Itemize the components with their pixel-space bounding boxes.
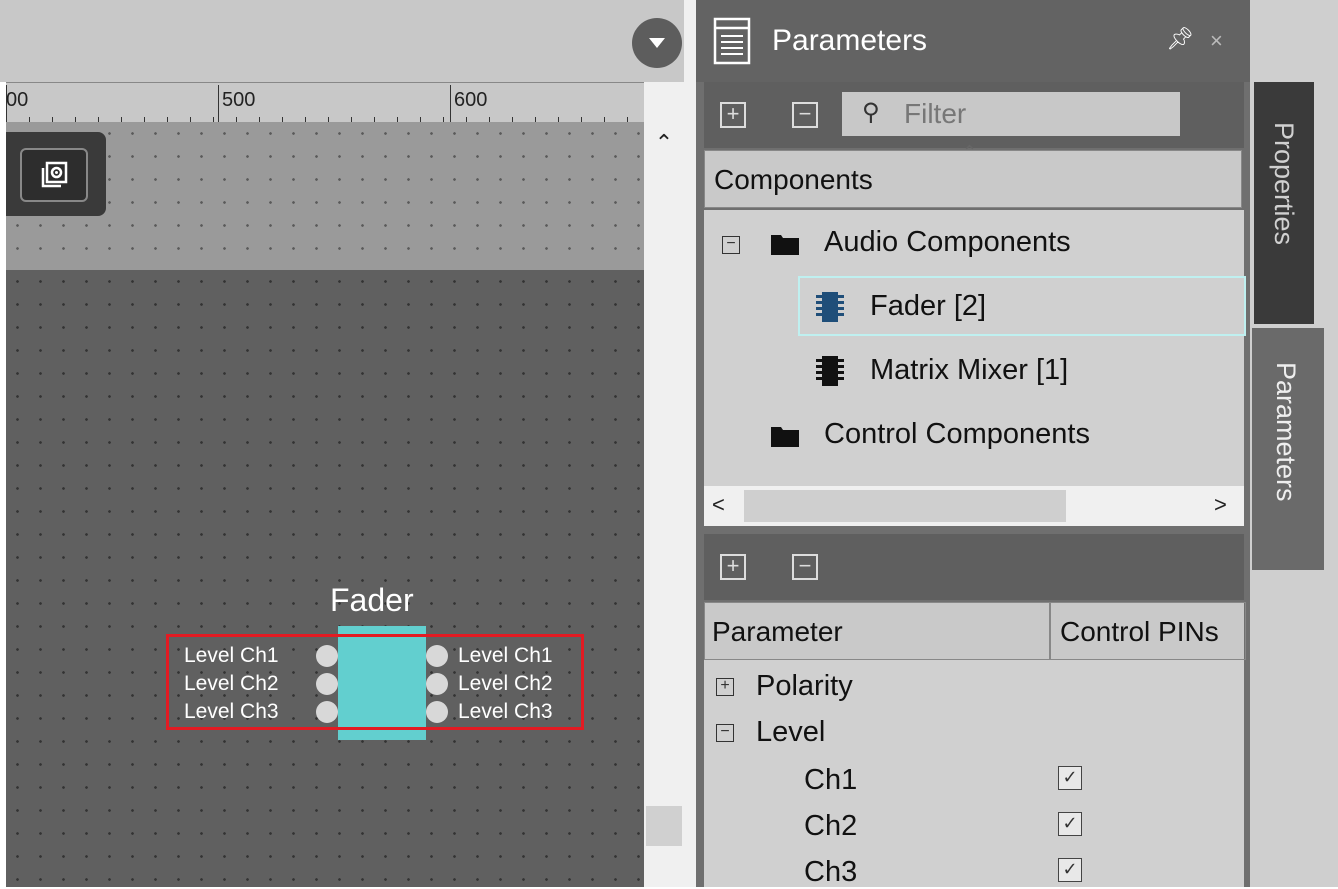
checkbox-icon[interactable]: ✓ bbox=[1058, 766, 1082, 790]
selection-highlight bbox=[166, 634, 584, 730]
design-canvas[interactable] bbox=[6, 270, 644, 887]
scroll-up-icon[interactable]: ⌃ bbox=[644, 130, 684, 160]
tab-properties-label: Properties bbox=[1269, 122, 1299, 246]
minus-icon[interactable]: − bbox=[792, 554, 818, 580]
param-channel: Ch3 bbox=[804, 856, 858, 888]
panel-title: Parameters bbox=[772, 24, 928, 57]
scrollbar-thumb[interactable] bbox=[646, 806, 682, 846]
folder-icon bbox=[771, 235, 799, 255]
tab-properties[interactable]: Properties bbox=[1254, 82, 1314, 324]
parameters-toolbar: + − bbox=[704, 534, 1244, 600]
chevron-down-icon[interactable] bbox=[632, 18, 682, 68]
scroll-right-icon[interactable]: > bbox=[1214, 492, 1227, 518]
checkbox-icon[interactable]: ✓ bbox=[1058, 858, 1082, 882]
collapse-icon[interactable]: − bbox=[716, 724, 734, 742]
component-title: Fader bbox=[330, 582, 414, 618]
pin-icon[interactable]: 📌︎ bbox=[1166, 26, 1194, 52]
search-icon: ⚲ bbox=[862, 99, 880, 126]
tree-item-audio-components[interactable]: Audio Components bbox=[824, 226, 1071, 259]
control-pins-header-label: Control PINs bbox=[1060, 616, 1219, 647]
checkbox-icon[interactable]: ✓ bbox=[1058, 812, 1082, 836]
ruler-label: 00 bbox=[6, 89, 29, 111]
ruler-label: 600 bbox=[454, 89, 488, 111]
chip-icon bbox=[816, 356, 844, 386]
components-header-label: Components bbox=[714, 164, 873, 195]
filter-placeholder: Filter bbox=[904, 98, 967, 129]
scrollbar-thumb[interactable] bbox=[744, 490, 1066, 522]
plus-icon[interactable]: + bbox=[720, 102, 746, 128]
parameter-header-label: Parameter bbox=[712, 616, 843, 647]
param-polarity[interactable]: Polarity bbox=[756, 670, 853, 703]
canvas-toolbar bbox=[0, 0, 696, 82]
minus-icon[interactable]: − bbox=[792, 102, 818, 128]
vertical-scrollbar[interactable] bbox=[644, 82, 684, 887]
param-channel: Ch1 bbox=[804, 764, 858, 796]
tree-item-fader[interactable]: Fader [2] bbox=[870, 290, 986, 323]
scroll-left-icon[interactable]: < bbox=[712, 492, 725, 518]
tree-item-control-components[interactable]: Control Components bbox=[824, 418, 1090, 451]
filter-input[interactable] bbox=[842, 92, 1180, 136]
collapse-icon[interactable]: − bbox=[722, 236, 740, 254]
close-icon[interactable]: × bbox=[1210, 28, 1223, 54]
settings-icon[interactable] bbox=[20, 148, 88, 202]
plus-icon[interactable]: + bbox=[720, 554, 746, 580]
chip-icon bbox=[816, 292, 844, 322]
splitter[interactable] bbox=[684, 0, 696, 887]
tree-selection bbox=[798, 276, 1246, 336]
param-channel: Ch2 bbox=[804, 810, 858, 842]
ruler-label: 500 bbox=[222, 89, 256, 111]
param-level[interactable]: Level bbox=[756, 716, 825, 749]
folder-icon bbox=[771, 427, 799, 447]
tree-item-matrix-mixer[interactable]: Matrix Mixer [1] bbox=[870, 354, 1068, 387]
tab-parameters[interactable]: Parameters bbox=[1252, 328, 1324, 570]
horizontal-ruler: 00 500 600 bbox=[6, 82, 644, 123]
panel-list-icon bbox=[712, 16, 752, 66]
tab-parameters-label: Parameters bbox=[1271, 362, 1301, 502]
sort-up-icon: ⌃ bbox=[962, 142, 978, 162]
expand-icon[interactable]: + bbox=[716, 678, 734, 696]
